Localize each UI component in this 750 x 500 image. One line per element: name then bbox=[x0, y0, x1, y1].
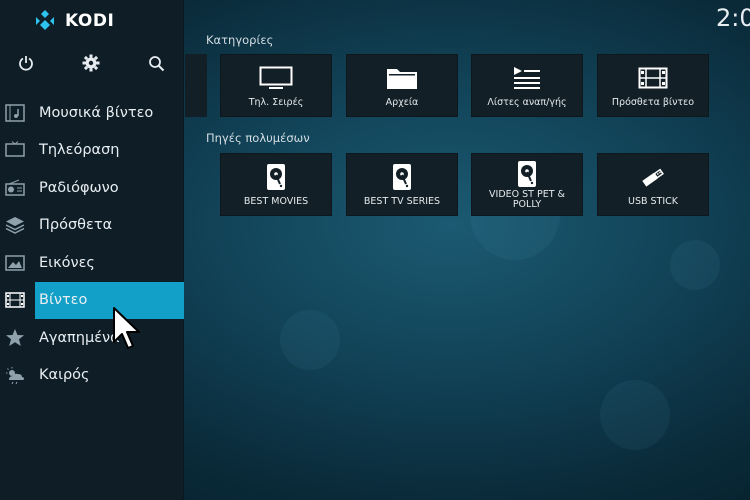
partial-tile[interactable] bbox=[185, 54, 207, 117]
music-video-icon bbox=[4, 102, 26, 124]
sidebar-item-music-videos[interactable]: Μουσικά βίντεο bbox=[0, 94, 184, 132]
sidebar-item-label: Βίντεο bbox=[39, 292, 88, 309]
mouse-cursor-icon bbox=[112, 306, 142, 352]
sidebar-item-label: Καιρός bbox=[39, 367, 90, 384]
background-bokeh bbox=[670, 240, 720, 290]
category-tile-files[interactable]: Αρχεία bbox=[346, 54, 458, 117]
kodi-brand-label: KODI bbox=[65, 11, 115, 31]
radio-icon bbox=[4, 177, 26, 199]
sidebar-item-radio[interactable]: Ραδιόφωνο bbox=[0, 169, 184, 207]
addons-icon bbox=[4, 214, 26, 236]
sidebar-item-tv[interactable]: Τηλεόραση bbox=[0, 132, 184, 170]
kodi-logo[interactable]: KODI bbox=[33, 9, 114, 33]
source-tile-best-tv-series[interactable]: BEST TV SERIES bbox=[346, 153, 458, 216]
sources-title: Πηγές πολυμέσων bbox=[206, 131, 310, 145]
sidebar-item-addons[interactable]: Πρόσθετα bbox=[0, 207, 184, 245]
tile-label: Λίστες αναπ/γής bbox=[487, 97, 567, 108]
background-bokeh bbox=[600, 380, 670, 450]
sidebar-item-label: Ραδιόφωνο bbox=[39, 179, 119, 196]
top-icon-bar bbox=[0, 52, 184, 74]
playlist-icon bbox=[512, 64, 542, 92]
folder-icon bbox=[386, 64, 418, 92]
film-icon bbox=[638, 64, 668, 92]
tv-icon bbox=[4, 139, 26, 161]
sidebar-item-label: Εικόνες bbox=[39, 254, 95, 271]
kodi-logo-icon bbox=[33, 9, 57, 33]
sidebar-item-weather[interactable]: Καιρός bbox=[0, 357, 184, 395]
clock: 2:0 bbox=[716, 4, 750, 32]
tile-label: BEST TV SERIES bbox=[363, 196, 441, 207]
weather-icon bbox=[4, 364, 26, 386]
gear-icon[interactable] bbox=[80, 52, 102, 74]
category-tile-video-addons[interactable]: Πρόσθετα βίντεο bbox=[597, 54, 709, 117]
star-icon bbox=[4, 327, 26, 349]
tile-label: Αρχεία bbox=[385, 97, 419, 108]
pictures-icon bbox=[4, 252, 26, 274]
sidebar-item-favourites[interactable]: Αγαπημένα bbox=[0, 319, 184, 357]
tile-label: VIDEO ST PET & POLLY bbox=[489, 189, 565, 210]
sidebar-item-label: Μουσικά βίντεο bbox=[39, 104, 154, 121]
harddisk-icon bbox=[266, 163, 286, 191]
sidebar-item-label: Αγαπημένα bbox=[39, 329, 120, 346]
sidebar-item-videos[interactable]: Βίντεο bbox=[0, 281, 184, 319]
categories-title: Κατηγορίες bbox=[206, 33, 274, 47]
tile-label: USB STICK bbox=[627, 196, 679, 207]
category-tile-tv-shows[interactable]: Τηλ. Σειρές bbox=[220, 54, 332, 117]
tile-label: Τηλ. Σειρές bbox=[248, 97, 304, 108]
tile-label: BEST MOVIES bbox=[243, 196, 309, 207]
category-tile-playlists[interactable]: Λίστες αναπ/γής bbox=[471, 54, 583, 117]
tv-icon bbox=[259, 64, 293, 92]
background-bokeh bbox=[280, 310, 340, 370]
source-tile-video-st-pet-polly[interactable]: VIDEO ST PET & POLLY bbox=[471, 153, 583, 216]
harddisk-icon bbox=[517, 160, 537, 188]
source-tile-best-movies[interactable]: BEST MOVIES bbox=[220, 153, 332, 216]
tile-label: Πρόσθετα βίντεο bbox=[611, 97, 695, 108]
search-icon[interactable] bbox=[145, 52, 167, 74]
film-icon bbox=[4, 289, 26, 311]
sidebar-item-label: Πρόσθετα bbox=[39, 217, 113, 234]
power-icon[interactable] bbox=[15, 52, 37, 74]
usb-icon bbox=[638, 163, 668, 191]
harddisk-icon bbox=[392, 163, 412, 191]
sidebar-item-pictures[interactable]: Εικόνες bbox=[0, 244, 184, 282]
sidebar-item-label: Τηλεόραση bbox=[39, 142, 120, 159]
source-tile-usb-stick[interactable]: USB STICK bbox=[597, 153, 709, 216]
sidebar: KODI Μουσικά βίντεο Τηλεόραση Ραδιόφωνο … bbox=[0, 0, 184, 500]
main-menu: Μουσικά βίντεο Τηλεόραση Ραδιόφωνο Πρόσθ… bbox=[0, 94, 184, 394]
